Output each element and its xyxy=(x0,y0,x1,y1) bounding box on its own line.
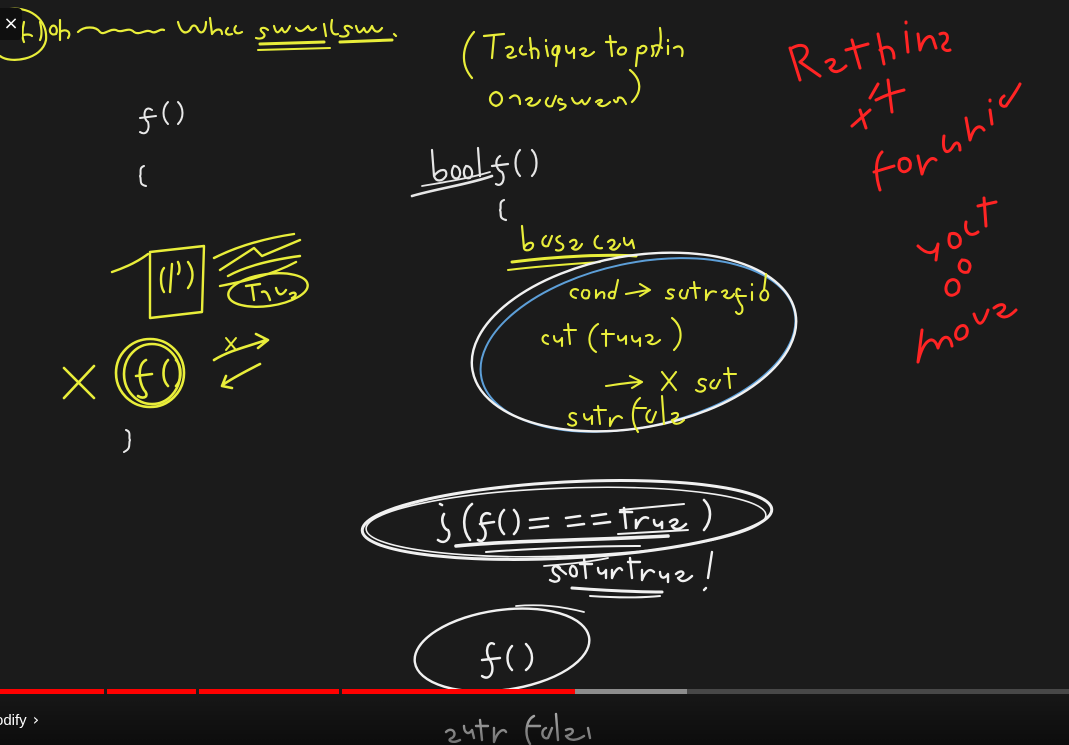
red-note xyxy=(788,20,1022,364)
heading-scribble xyxy=(0,7,398,61)
chapter-marker xyxy=(103,689,107,694)
video-frame[interactable]: × odify › xyxy=(0,0,1069,745)
left-function xyxy=(123,101,184,453)
bool-function xyxy=(410,146,538,222)
progress-played xyxy=(0,689,576,694)
circled-call xyxy=(62,332,270,409)
whiteboard-canvas xyxy=(0,7,1022,745)
chapter-marker xyxy=(195,689,199,694)
base-case-body xyxy=(541,272,770,434)
if-call-block xyxy=(360,479,774,599)
chapter-title-label: odify xyxy=(0,711,27,729)
base-case xyxy=(507,224,638,271)
controls-gradient xyxy=(0,694,1069,745)
close-icon[interactable]: × xyxy=(0,8,22,40)
chapter-marker xyxy=(338,689,342,694)
boxed-call xyxy=(110,232,309,320)
chevron-right-icon: › xyxy=(32,710,40,729)
progress-bar[interactable] xyxy=(0,689,1069,694)
chapter-title-button[interactable]: odify › xyxy=(0,708,39,732)
technique-note xyxy=(462,26,684,112)
